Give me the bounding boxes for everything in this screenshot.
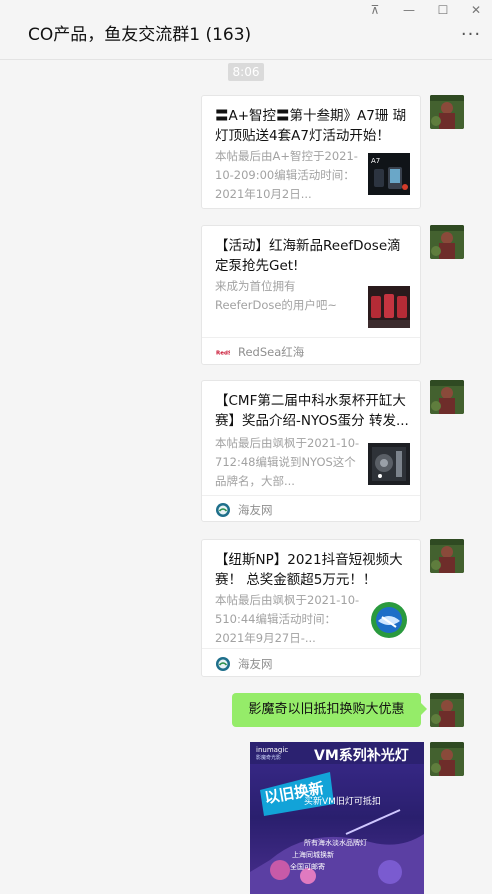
card-divider bbox=[202, 495, 420, 496]
card-description: 本帖最后由飒枫于2021-10-712:48编辑说到NYOS这个品牌名，大部..… bbox=[215, 436, 360, 488]
message-timestamp: 8:06 bbox=[228, 63, 264, 81]
more-options-button[interactable]: ··· bbox=[460, 26, 482, 46]
close-icon[interactable]: ✕ bbox=[465, 2, 487, 18]
avatar[interactable] bbox=[430, 693, 464, 727]
card-source: 海友网 bbox=[238, 503, 273, 517]
card-thumbnail bbox=[368, 286, 410, 328]
card-description: 来成为首位拥有ReeferDose的用户吧~ bbox=[215, 279, 338, 312]
promo-brand: inumagic bbox=[256, 746, 289, 754]
card-description: 本帖最后由A+智控于2021-10-209:00编辑活动时间：2021年10月2… bbox=[215, 149, 358, 201]
avatar[interactable] bbox=[430, 539, 464, 573]
card-title: 【CMF第二届中科水泵杯开缸大赛】奖品介绍-NYOS蛋分 转发... bbox=[215, 393, 409, 429]
card-source: RedSea红海 bbox=[238, 345, 305, 359]
card-thumbnail bbox=[368, 443, 410, 485]
link-card[interactable]: 【CMF第二届中科水泵杯开缸大赛】奖品介绍-NYOS蛋分 转发... 本帖最后由… bbox=[201, 380, 421, 522]
promo-offer: 买新VM旧灯可抵扣 bbox=[304, 797, 381, 807]
link-card[interactable]: 【纽斯NP】2021抖音短视频大赛！ 总奖金额超5万元！！ 本帖最后由飒枫于20… bbox=[201, 539, 421, 677]
promo-footer-line: 上海同城换新 bbox=[292, 851, 334, 859]
avatar[interactable] bbox=[430, 742, 464, 776]
chat-title: CO产品，鱼友交流群1 (163) bbox=[28, 25, 252, 45]
redsea-logo-icon: RedSea bbox=[216, 345, 230, 359]
card-title: 【纽斯NP】2021抖音短视频大赛！ 总奖金额超5万元！！ bbox=[215, 552, 403, 588]
avatar[interactable] bbox=[430, 225, 464, 259]
pin-icon[interactable]: ⊼ bbox=[364, 2, 386, 18]
minimize-icon[interactable]: — bbox=[398, 2, 420, 18]
link-card[interactable]: 〓A+智控〓第十叁期》A7珊 瑚灯顶贴送4套A7灯活动开始！ 本帖最后由A+智控… bbox=[201, 95, 421, 209]
card-thumbnail bbox=[368, 599, 410, 641]
card-title: 〓A+智控〓第十叁期》A7珊 瑚灯顶贴送4套A7灯活动开始！ bbox=[215, 108, 407, 144]
card-divider bbox=[202, 337, 420, 338]
promo-footer-line: 所有海水淡水品牌灯 bbox=[304, 839, 367, 847]
promo-footer-line: 全国可邮寄 bbox=[290, 863, 325, 871]
card-divider bbox=[202, 648, 420, 649]
card-thumbnail: A7 bbox=[368, 153, 410, 195]
svg-text:A7: A7 bbox=[371, 157, 380, 165]
avatar[interactable] bbox=[430, 95, 464, 129]
svg-text:RedSea: RedSea bbox=[216, 351, 230, 357]
link-card[interactable]: 【活动】红海新品ReefDose滴定泵抢先Get! 来成为首位拥有ReeferD… bbox=[201, 225, 421, 365]
promo-headline: VM系列补光灯 bbox=[314, 748, 409, 764]
maximize-icon[interactable]: ☐ bbox=[432, 2, 454, 18]
card-source: 海友网 bbox=[238, 657, 273, 671]
promo-brand-sub: 影魔奇光影 bbox=[256, 755, 282, 761]
haiyou-logo-icon bbox=[216, 503, 230, 517]
bubble-tail bbox=[421, 703, 427, 715]
title-bar: CO产品，鱼友交流群1 (163) ⊼ — ☐ ✕ ··· bbox=[0, 0, 492, 60]
card-description: 本帖最后由飒枫于2021-10-510:44编辑活动时间：2021年9月27日-… bbox=[215, 593, 360, 645]
card-title: 【活动】红海新品ReefDose滴定泵抢先Get! bbox=[215, 238, 401, 274]
text-message-bubble[interactable]: 影魔奇以旧抵扣换购大优惠 bbox=[232, 693, 421, 727]
avatar[interactable] bbox=[430, 380, 464, 414]
promo-image[interactable]: inumagic 影魔奇光影 VM系列补光灯 以旧换新 买新VM旧灯可抵扣 所有… bbox=[250, 742, 424, 894]
haiyou-logo-icon bbox=[216, 657, 230, 671]
